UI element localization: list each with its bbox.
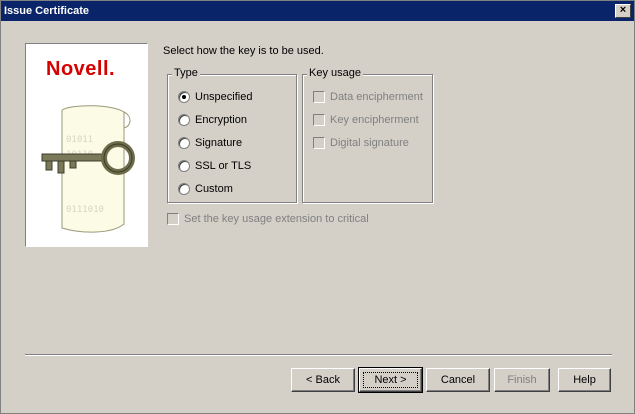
checkbox-icon[interactable] bbox=[313, 91, 325, 103]
radio-ssl-or-tls[interactable]: SSL or TLS bbox=[178, 158, 251, 174]
type-group-legend: Type bbox=[172, 67, 200, 79]
title-bar[interactable]: Issue Certificate × bbox=[1, 1, 634, 21]
checkbox-label: Digital signature bbox=[330, 137, 409, 149]
radio-custom[interactable]: Custom bbox=[178, 181, 233, 197]
issue-certificate-dialog: Issue Certificate × Novell. 01011 10110 … bbox=[0, 0, 635, 414]
checkbox-key-encipherment[interactable]: Key encipherment bbox=[313, 112, 419, 128]
key-usage-group: Key usage Data encipherment Key encipher… bbox=[302, 67, 433, 203]
next-button-label: Next > bbox=[374, 374, 407, 386]
next-button[interactable]: Next > bbox=[358, 367, 423, 393]
radio-button-icon[interactable] bbox=[178, 91, 190, 103]
checkbox-critical-extension[interactable]: Set the key usage extension to critical bbox=[167, 213, 369, 225]
key-illustration-icon: 01011 10110 0111010 bbox=[41, 105, 135, 233]
novell-logo: Novell. bbox=[46, 58, 116, 80]
radio-label: Custom bbox=[195, 183, 233, 195]
checkbox-label: Data encipherment bbox=[330, 91, 423, 103]
checkbox-icon[interactable] bbox=[313, 114, 325, 126]
svg-text:0111010: 0111010 bbox=[66, 205, 104, 215]
key-usage-group-legend: Key usage bbox=[307, 67, 363, 79]
checkbox-icon[interactable] bbox=[167, 213, 179, 225]
radio-unspecified[interactable]: Unspecified bbox=[178, 89, 252, 105]
checkbox-data-encipherment[interactable]: Data encipherment bbox=[313, 89, 423, 105]
checkbox-icon[interactable] bbox=[313, 137, 325, 149]
radio-button-icon[interactable] bbox=[178, 160, 190, 172]
separator-line bbox=[25, 354, 612, 356]
radio-label: Unspecified bbox=[195, 91, 253, 103]
checkbox-label: Key encipherment bbox=[330, 114, 419, 126]
close-button[interactable]: × bbox=[615, 4, 631, 18]
radio-label: Signature bbox=[195, 137, 243, 149]
radio-button-icon[interactable] bbox=[178, 137, 190, 149]
logo-panel: Novell. 01011 10110 0111010 bbox=[25, 43, 148, 247]
finish-button[interactable]: Finish bbox=[494, 368, 550, 392]
close-icon: × bbox=[619, 4, 627, 16]
checkbox-label: Set the key usage extension to critical bbox=[184, 213, 369, 225]
radio-label: Encryption bbox=[195, 114, 247, 126]
back-button[interactable]: < Back bbox=[291, 368, 355, 392]
window-title: Issue Certificate bbox=[4, 5, 89, 17]
radio-encryption[interactable]: Encryption bbox=[178, 112, 247, 128]
cancel-button[interactable]: Cancel bbox=[426, 368, 490, 392]
svg-text:01011: 01011 bbox=[66, 135, 93, 145]
help-button[interactable]: Help bbox=[558, 368, 611, 392]
radio-button-icon[interactable] bbox=[178, 114, 190, 126]
checkbox-digital-signature[interactable]: Digital signature bbox=[313, 135, 409, 151]
instruction-text: Select how the key is to be used. bbox=[163, 45, 324, 57]
type-group: Type Unspecified Encryption Signature SS… bbox=[167, 67, 297, 203]
radio-button-icon[interactable] bbox=[178, 183, 190, 195]
radio-signature[interactable]: Signature bbox=[178, 135, 242, 151]
radio-label: SSL or TLS bbox=[195, 160, 252, 172]
